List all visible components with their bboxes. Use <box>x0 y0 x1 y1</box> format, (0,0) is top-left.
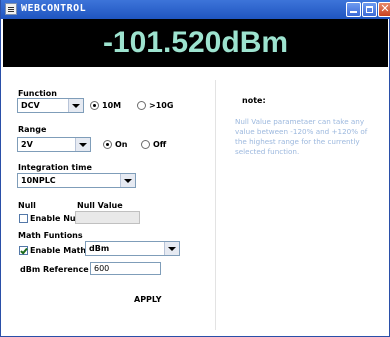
integration-select-value: 10NPLC <box>21 176 56 185</box>
enable-math-label: Enable Math <box>30 246 87 255</box>
range-select-value: 2V <box>21 140 33 149</box>
chevron-down-icon[interactable] <box>68 99 83 112</box>
chevron-down-icon[interactable] <box>164 242 179 255</box>
math-label: Math Funtions <box>18 231 83 240</box>
math-select-value: dBm <box>89 244 110 253</box>
integration-select[interactable]: 10NPLC <box>17 173 136 188</box>
null-label: Null <box>18 201 36 210</box>
function-select[interactable]: DCV <box>17 98 84 113</box>
function-label: Function <box>18 89 57 98</box>
close-button[interactable]: ✕ <box>378 2 390 17</box>
note-text: Null Value parametaer can take any value… <box>235 117 368 156</box>
null-value-input[interactable] <box>75 211 140 224</box>
chevron-down-icon[interactable] <box>75 138 90 151</box>
radio-10g-label: >10G <box>149 101 174 110</box>
dbm-reference-label: dBm Reference <box>20 265 89 274</box>
apply-button[interactable]: APPLY <box>134 292 162 307</box>
radio-auto-off-label: Off <box>153 140 167 149</box>
radio-10m-label: 10M <box>102 101 122 110</box>
title-bar[interactable]: WEBCONTROL ✕ <box>1 0 390 19</box>
panel-divider <box>215 80 216 330</box>
enable-null-checkbox[interactable] <box>19 214 28 223</box>
enable-null-label: Enable Null <box>30 214 82 223</box>
integration-label: Integration time <box>18 163 92 172</box>
radio-10g[interactable] <box>137 101 146 110</box>
dbm-reference-input[interactable]: 600 <box>90 262 161 275</box>
app-icon <box>5 3 17 15</box>
range-select[interactable]: 2V <box>17 137 91 152</box>
radio-auto-on-label: On <box>115 140 128 149</box>
note-title: note: <box>242 96 266 105</box>
radio-auto-on[interactable] <box>103 140 112 149</box>
maximize-button[interactable] <box>362 2 377 17</box>
function-select-value: DCV <box>21 101 40 110</box>
radio-auto-off[interactable] <box>141 140 150 149</box>
measurement-reading: -101.520dBm <box>102 26 289 59</box>
radio-10m[interactable] <box>90 101 99 110</box>
minimize-button[interactable] <box>346 2 361 17</box>
null-value-label: Null Value <box>77 201 123 210</box>
webcontrol-window: WEBCONTROL ✕ -101.520dBm Function DCV 10… <box>0 0 390 337</box>
enable-math-checkbox[interactable] <box>19 246 28 255</box>
chevron-down-icon[interactable] <box>120 174 135 187</box>
range-label: Range <box>18 125 47 134</box>
measurement-display: -101.520dBm <box>3 19 388 67</box>
window-title: WEBCONTROL <box>21 3 87 14</box>
math-select[interactable]: dBm <box>85 241 180 256</box>
